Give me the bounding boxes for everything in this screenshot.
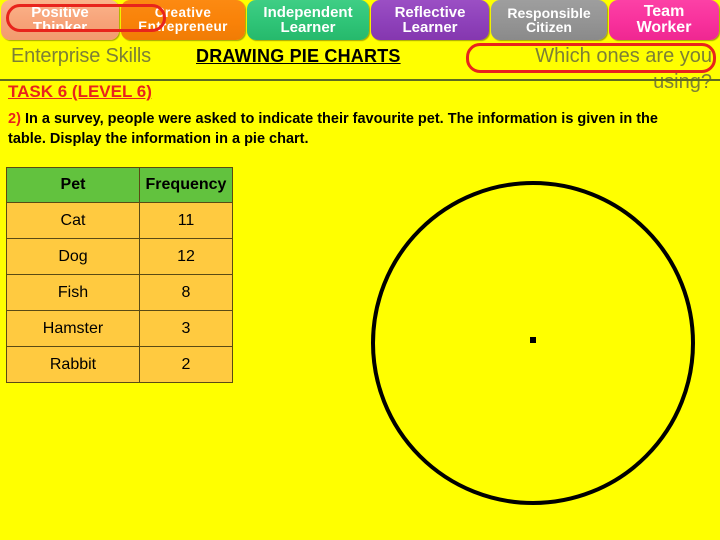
- skill-tab-reflective-learner[interactable]: Reflective Learner: [371, 0, 489, 40]
- table-cell-frequency: 8: [139, 274, 233, 311]
- question-text: In a survey, people were asked to indica…: [8, 111, 658, 147]
- table-cell-pet: Fish: [6, 274, 140, 311]
- table-cell-pet: Hamster: [6, 310, 140, 347]
- page-title: DRAWING PIE CHARTS: [196, 46, 401, 66]
- skill-tab-line1: Responsible: [507, 4, 591, 21]
- skill-tab-independent-learner[interactable]: Independent Learner: [247, 0, 369, 40]
- skill-tab-line1: Team: [643, 2, 685, 20]
- skill-tab-line2: Worker: [636, 19, 692, 36]
- skill-tab-line2: Learner: [402, 19, 458, 36]
- which-ones-prompt-line2: using?: [653, 70, 712, 93]
- table-cell-pet: Cat: [6, 202, 140, 239]
- question-number: 2): [8, 111, 21, 127]
- table-row: Dog 12: [6, 238, 233, 275]
- which-ones-prompt-line1: Which ones are you: [535, 45, 712, 67]
- frequency-table: Pet Frequency Cat 11 Dog 12 Fish 8 Hamst…: [6, 167, 233, 383]
- table-row: Cat 11: [6, 202, 233, 239]
- table-cell-frequency: 12: [139, 238, 233, 275]
- table-header-frequency: Frequency: [139, 167, 233, 203]
- question-block: 2) In a survey, people were asked to ind…: [8, 110, 698, 149]
- table-row: Fish 8: [6, 274, 233, 311]
- table-row: Hamster 3: [6, 310, 233, 347]
- table-header-row: Pet Frequency: [6, 167, 233, 203]
- skill-tab-responsible-citizen[interactable]: Responsible Citizen: [491, 0, 607, 40]
- header-divider: [0, 79, 720, 81]
- table-cell-frequency: 2: [139, 346, 233, 383]
- pie-centre-marker: [530, 337, 536, 343]
- pie-chart-circle: [371, 181, 695, 505]
- table-cell-frequency: 3: [139, 310, 233, 347]
- task-label: TASK 6 (LEVEL 6): [8, 82, 152, 101]
- table-cell-pet: Rabbit: [6, 346, 140, 383]
- skill-tab-team-worker[interactable]: Team Worker: [609, 0, 719, 40]
- skill-tab-line2: Citizen: [526, 19, 572, 35]
- table-cell-frequency: 11: [139, 202, 233, 239]
- which-ones-prompt: Which ones are you using?: [466, 44, 718, 95]
- table-row: Rabbit 2: [6, 346, 233, 383]
- skill-tab-line2: Learner: [280, 19, 336, 36]
- skill-tab-line1: Independent: [263, 3, 353, 21]
- table-cell-pet: Dog: [6, 238, 140, 275]
- skill-tab-line1: Reflective: [394, 3, 466, 21]
- table-header-pet: Pet: [6, 167, 140, 203]
- enterprise-skills-highlight-box: [6, 4, 166, 32]
- enterprise-skills-label: Enterprise Skills: [11, 45, 151, 67]
